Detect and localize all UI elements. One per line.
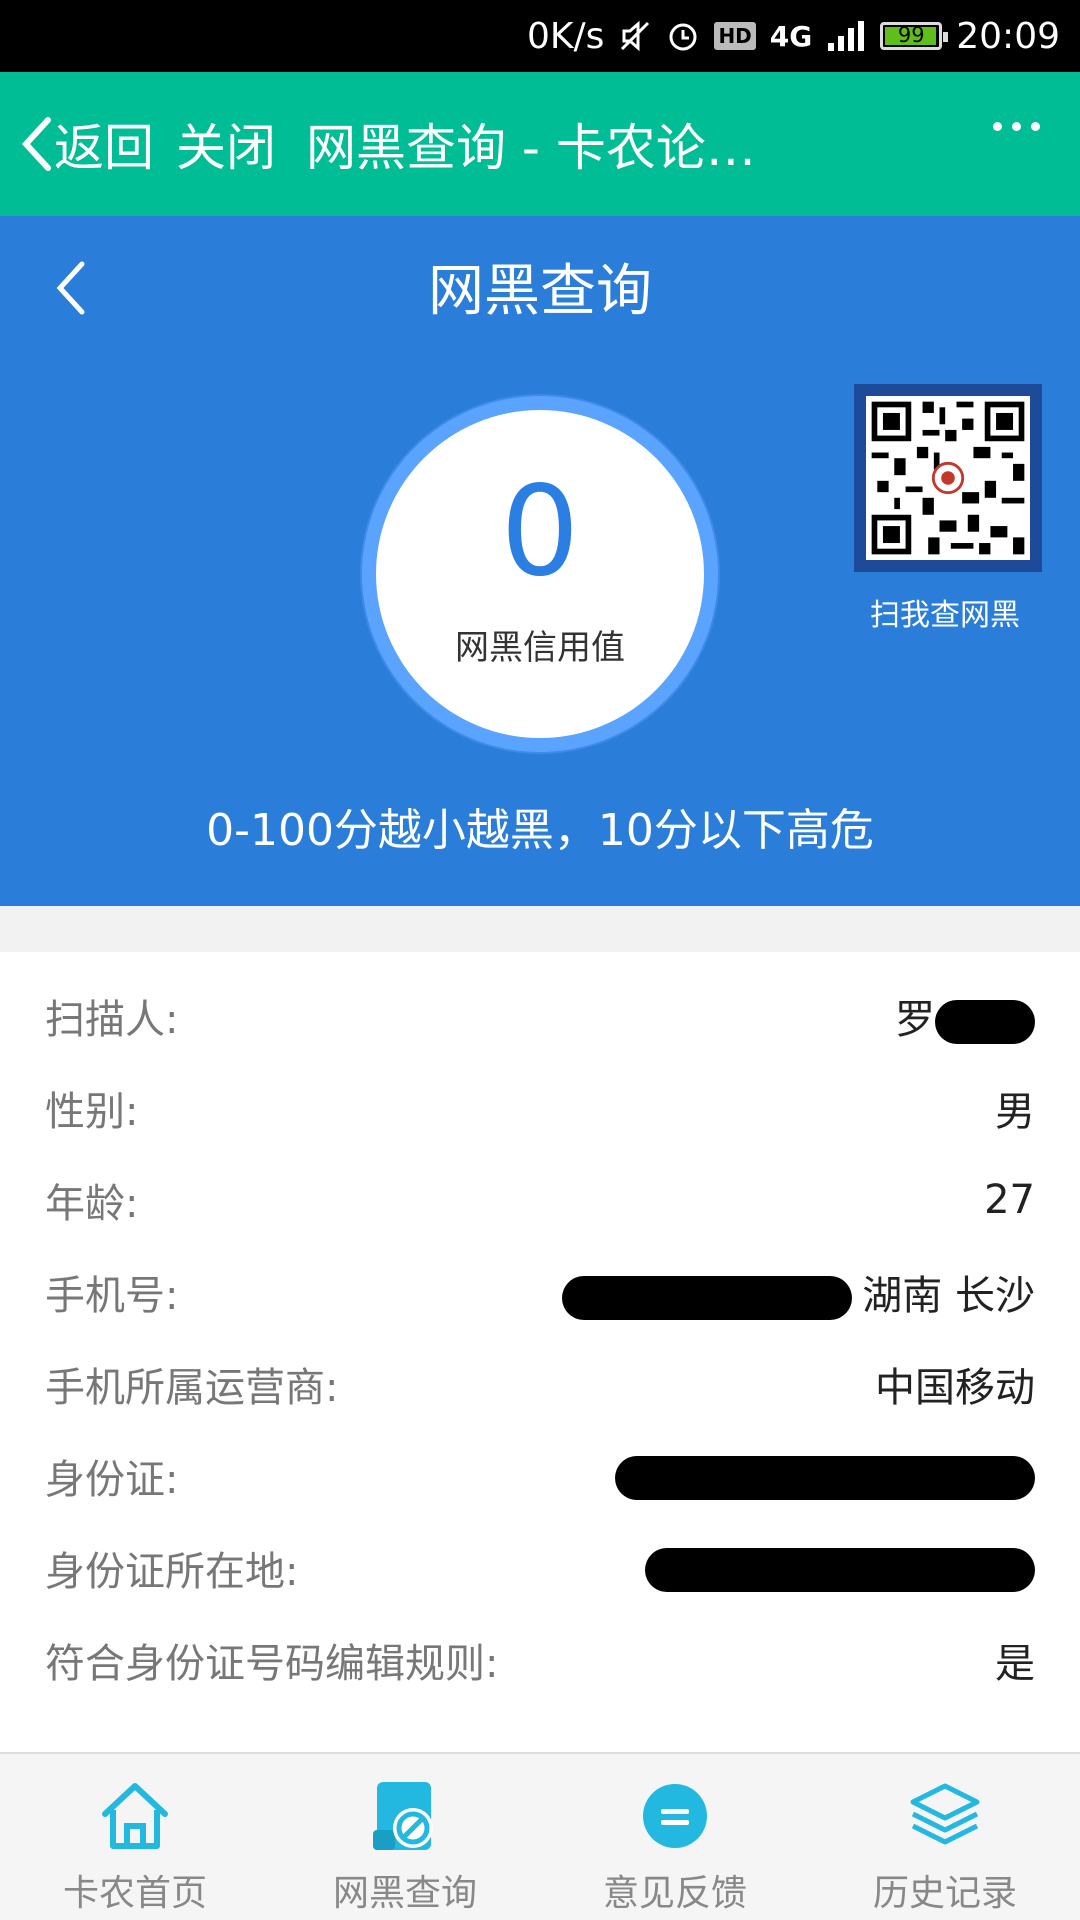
credit-score-value: 0 — [500, 460, 580, 604]
info-value — [615, 1453, 1035, 1500]
info-row-id-location: 身份证所在地: — [0, 1522, 1080, 1614]
webview-nav-bar: 返回 关闭 网黑查询 - 卡农论… — [0, 72, 1080, 216]
tab-label: 意见反馈 — [602, 1873, 747, 1914]
info-row-carrier: 手机所属运营商: 中国移动 — [0, 1338, 1080, 1430]
status-bar: 0K/s HD 4G 99 20:09 — [0, 0, 1080, 72]
info-value: 男 — [995, 1089, 1035, 1135]
network-type: 4G — [769, 19, 813, 53]
close-button[interactable]: 关闭 — [176, 108, 276, 180]
battery-level: 99 — [897, 23, 925, 47]
page-title: 网黑查询 - 卡农论… — [306, 119, 756, 177]
info-list: 扫描人: 罗 性别: 男 年龄: 27 手机号: 湖南 长沙 手机所属运营商: … — [0, 952, 1080, 1752]
tab-label: 网黑查询 — [332, 1873, 477, 1914]
tab-label: 历史记录 — [872, 1873, 1017, 1914]
chevron-left-icon — [21, 117, 51, 171]
qr-code-icon — [866, 396, 1030, 560]
tab-query[interactable]: 网黑查询 — [270, 1754, 540, 1920]
score-circle: 0 网黑信用值 — [376, 410, 704, 738]
info-label: 年龄: — [45, 1181, 139, 1227]
info-label: 身份证所在地: — [45, 1549, 299, 1595]
info-row-id-number: 身份证: — [0, 1430, 1080, 1522]
feedback-icon — [635, 1776, 715, 1856]
back-button[interactable]: 返回 — [18, 108, 154, 180]
signal-icon — [826, 19, 866, 53]
hd-badge: HD — [714, 22, 756, 50]
qr-code[interactable] — [854, 384, 1042, 572]
info-row-phone: 手机号: 湖南 长沙 — [0, 1246, 1080, 1338]
info-label: 身份证: — [45, 1457, 179, 1503]
tab-history[interactable]: 历史记录 — [810, 1754, 1080, 1920]
info-value: 罗 — [895, 987, 1035, 1045]
info-label: 符合身份证号码编辑规则: — [45, 1641, 499, 1687]
info-value: 27 — [984, 1177, 1035, 1223]
credit-score-label: 网黑信用值 — [455, 628, 625, 668]
bottom-tab-bar: 卡农首页 网黑查询 意见反馈 历史记录 — [0, 1752, 1080, 1920]
tab-home[interactable]: 卡农首页 — [0, 1754, 270, 1920]
score-header: 网黑查询 0 网黑信用值 扫我查网黑 0-100分越小越黑，10分以下高危 — [0, 216, 1080, 906]
info-label: 手机所属运营商: — [45, 1365, 339, 1411]
header-title: 网黑查询 — [428, 259, 652, 324]
mute-icon — [618, 19, 652, 53]
score-tip: 0-100分越小越黑，10分以下高危 — [206, 805, 874, 856]
redaction — [935, 1000, 1035, 1044]
info-label: 性别: — [45, 1089, 139, 1135]
info-value: 是 — [995, 1641, 1035, 1687]
battery-icon: 99 — [880, 22, 949, 50]
info-row-gender: 性别: 男 — [0, 1062, 1080, 1154]
redaction — [645, 1547, 1035, 1592]
alarm-icon — [666, 19, 700, 53]
clock: 20:09 — [956, 15, 1060, 57]
tab-feedback[interactable]: 意见反馈 — [540, 1754, 810, 1920]
query-icon — [365, 1776, 445, 1856]
info-row-scanner: 扫描人: 罗 — [0, 970, 1080, 1062]
more-options-icon[interactable] — [993, 122, 1040, 131]
score-ring: 0 网黑信用值 — [362, 396, 718, 752]
redaction — [615, 1455, 1035, 1500]
info-value: 湖南 长沙 — [562, 1263, 1035, 1321]
layers-icon — [905, 1776, 985, 1856]
back-label: 返回 — [54, 119, 154, 177]
info-label: 扫描人: — [45, 997, 179, 1043]
network-speed: 0K/s — [527, 15, 605, 57]
info-value: 中国移动 — [875, 1365, 1035, 1411]
info-row-age: 年龄: 27 — [0, 1154, 1080, 1246]
redaction — [562, 1276, 853, 1320]
tab-label: 卡农首页 — [62, 1873, 207, 1914]
info-label: 手机号: — [45, 1273, 179, 1319]
info-row-id-valid: 符合身份证号码编辑规则: 是 — [0, 1614, 1080, 1706]
home-icon — [95, 1776, 175, 1856]
qr-code-label: 扫我查网黑 — [870, 598, 1020, 633]
info-value — [645, 1545, 1035, 1592]
